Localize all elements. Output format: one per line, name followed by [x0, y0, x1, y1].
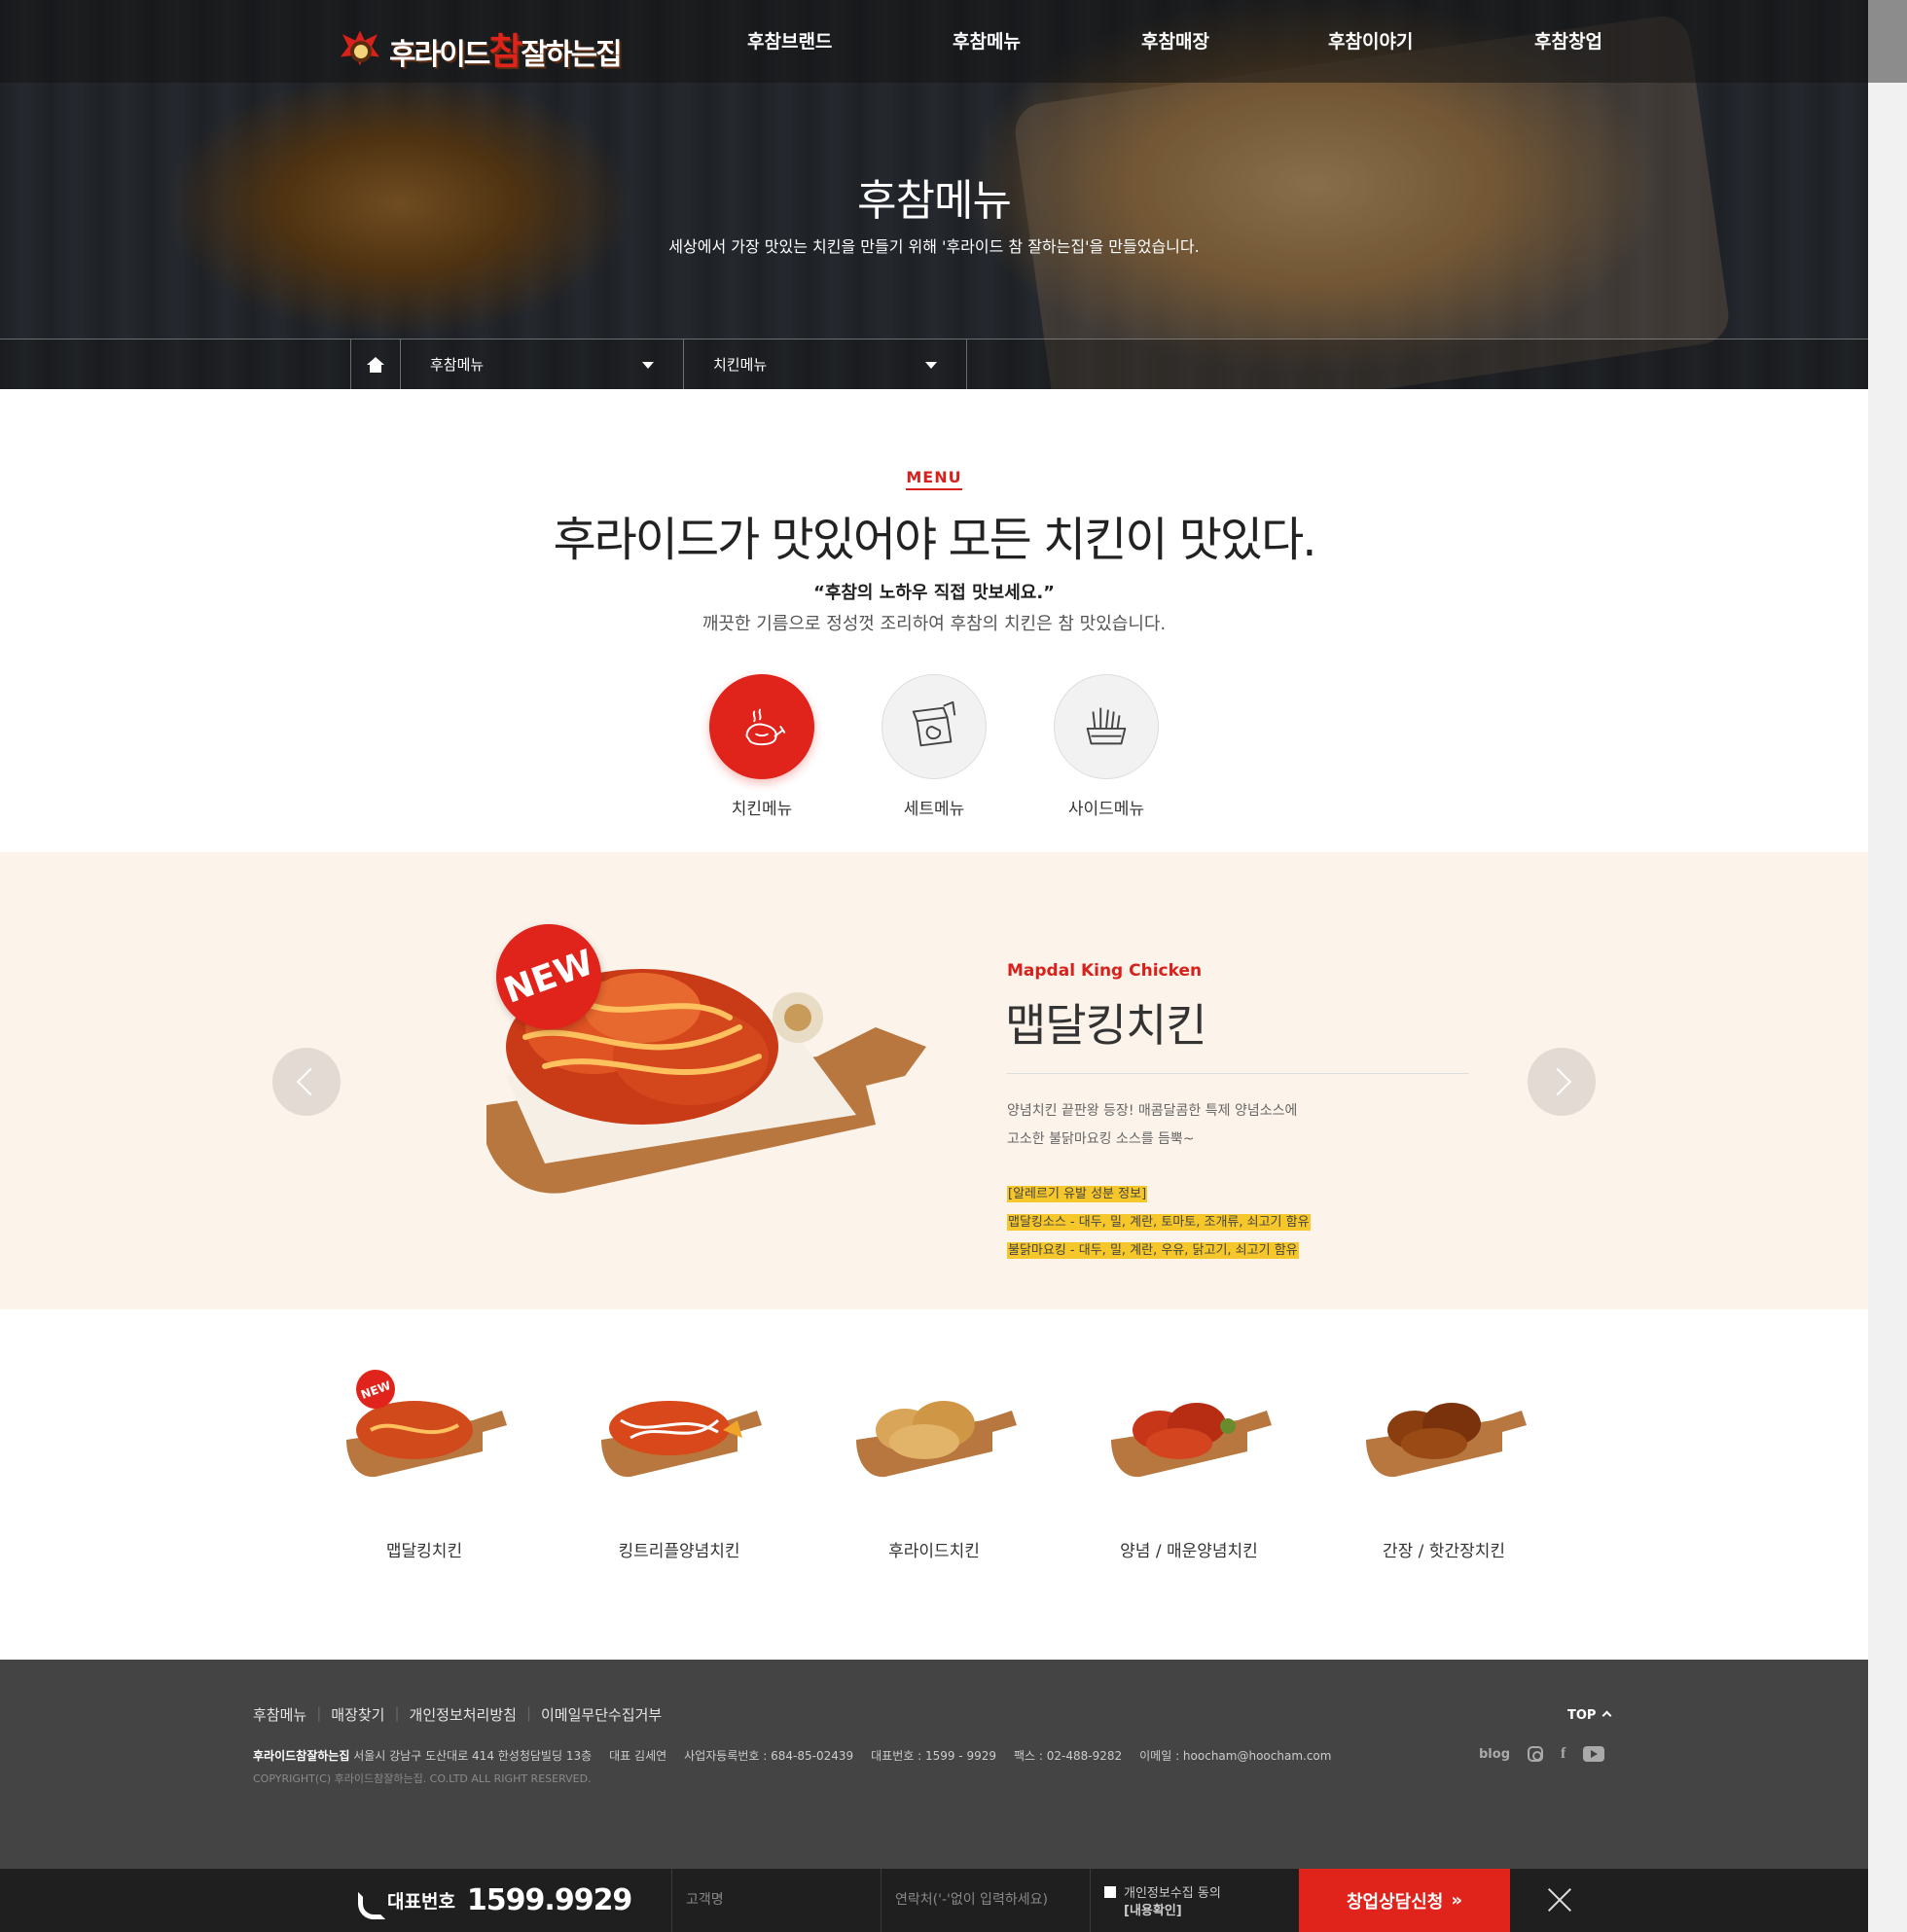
consult-bar: 대표번호 1599.9929 개인정보수집 동의 [내용확인] 창업상담신청»	[0, 1869, 1868, 1932]
location-depth2-select[interactable]: 치킨메뉴	[684, 340, 967, 389]
privacy-checkbox[interactable]	[1104, 1886, 1116, 1898]
contact-field-wrap	[881, 1869, 1090, 1932]
chevron-left-icon	[296, 1067, 325, 1096]
featured-description: 양념치킨 끝판왕 등장! 매콤달콤한 특제 양념소스에 고소한 불닭마요킹 소스…	[1007, 1103, 1298, 1147]
chevron-down-icon	[925, 362, 937, 369]
nav-story[interactable]: 후참이야기	[1328, 27, 1413, 54]
hero-banner: 후라이드참잘하는집 후참브랜드 후참메뉴 후참매장 후참이야기 후참창업 후참메…	[0, 0, 1868, 389]
brand-logo[interactable]: 후라이드참잘하는집	[341, 21, 623, 75]
footer-link-privacy[interactable]: 개인정보처리방침	[400, 1704, 526, 1725]
hero-subtitle: 세상에서 가장 맛있는 치킨을 만들기 위해 '후라이드 참 잘하는집'을 만들…	[668, 237, 1200, 256]
chicken-item-name: 맵달킹치킨	[385, 1542, 463, 1561]
section-kicker: MENU	[0, 468, 1868, 490]
top-navigation-bar: 후라이드참잘하는집 후참브랜드 후참메뉴 후참매장 후참이야기 후참창업	[0, 0, 1868, 83]
chicken-thumbnail	[1111, 1403, 1272, 1478]
chicken-thumbnail: NEW	[346, 1370, 507, 1478]
hero-title: 후참메뉴	[857, 176, 1012, 226]
featured-name-en: Mapdal King Chicken	[1007, 961, 1203, 981]
allergy-info: [알레르기 유발 성분 정보] 맵달킹소스 - 대두, 밀, 계란, 토마토, …	[1007, 1186, 1311, 1259]
fries-basket-icon	[1086, 707, 1127, 745]
slider-next-button[interactable]	[1528, 1048, 1596, 1116]
category-chicken[interactable]: 치킨메뉴	[708, 674, 815, 819]
chicken-item-name: 양념 / 매운양념치킨	[1120, 1542, 1258, 1561]
chicken-leg-icon	[745, 708, 786, 746]
privacy-detail-link[interactable]: [내용확인]	[1104, 1903, 1299, 1920]
chevron-down-icon	[642, 362, 654, 369]
blog-icon[interactable]: blog	[1479, 1747, 1510, 1762]
instagram-icon[interactable]	[1528, 1746, 1543, 1762]
location-depth1-select[interactable]: 후참메뉴	[401, 340, 684, 389]
scrollbar-thumb[interactable]	[1868, 0, 1907, 83]
chevron-right-icon	[1543, 1067, 1572, 1096]
privacy-agree: 개인정보수집 동의 [내용확인]	[1090, 1869, 1299, 1932]
name-field-wrap	[671, 1869, 881, 1932]
chicken-item-yangnyeom[interactable]: 양념 / 매운양념치킨	[1092, 1362, 1286, 1561]
chicken-item-king-triple[interactable]: 킹트리플양념치킨	[582, 1362, 776, 1561]
featured-menu-slider: NEW Mapdal King Chicken 맵달킹치킨 양념치킨 끝판왕 등…	[0, 852, 1907, 1309]
location-bar: 후참메뉴 치킨메뉴	[0, 339, 1868, 389]
section-headline: 후라이드가 맛있어야 모든 치킨이 맛있다.	[553, 513, 1316, 567]
page-scrollbar[interactable]	[1868, 0, 1907, 1932]
chicken-item-fried[interactable]: 후라이드치킨	[837, 1362, 1031, 1561]
close-icon[interactable]	[1547, 1887, 1572, 1913]
set-box-icon	[912, 700, 956, 747]
slider-prev-button[interactable]	[272, 1048, 341, 1116]
contact-input[interactable]	[895, 1892, 1080, 1908]
page: 후라이드참잘하는집 후참브랜드 후참메뉴 후참매장 후참이야기 후참창업 후참메…	[0, 0, 1907, 1932]
featured-name-ko: 맵달킹치킨	[1005, 999, 1207, 1052]
footer-link-email-policy[interactable]: 이메일무단수집거부	[531, 1704, 671, 1725]
youtube-icon[interactable]	[1583, 1746, 1605, 1762]
footer-link-menu[interactable]: 후참메뉴	[253, 1704, 316, 1725]
copyright: COPYRIGHT(C) 후라이드참잘하는집. CO.LTD ALL RIGHT…	[253, 1772, 592, 1785]
phone-number: 1599.9929	[466, 1883, 632, 1917]
chicken-thumbnail	[1366, 1403, 1527, 1478]
facebook-icon[interactable]: f	[1561, 1745, 1565, 1763]
section-quote: “후참의 노하우 직접 맛보세요.”	[812, 583, 1056, 603]
category-side[interactable]: 사이드메뉴	[1053, 674, 1160, 819]
home-button[interactable]	[350, 340, 401, 389]
top-button[interactable]: TOP	[1567, 1708, 1612, 1723]
nav-menu[interactable]: 후참메뉴	[953, 27, 1021, 54]
nav-stores[interactable]: 후참매장	[1141, 27, 1209, 54]
phone-icon	[356, 1890, 378, 1912]
chicken-item-name: 킹트리플양념치킨	[618, 1542, 740, 1561]
phone-info: 대표번호 1599.9929	[356, 1869, 632, 1932]
consult-submit-button[interactable]: 창업상담신청»	[1299, 1869, 1510, 1932]
company-info: 후라이드참잘하는집 서울시 강남구 도산대로 414 한성청담빌딩 13층 대표 …	[253, 1749, 1332, 1763]
chicken-thumbnail	[601, 1401, 762, 1478]
chicken-item-name: 간장 / 핫간장치킨	[1382, 1542, 1505, 1561]
divider	[1007, 1073, 1469, 1074]
footer-links: 후참메뉴 | 매장찾기 | 개인정보처리방침 | 이메일무단수집거부	[253, 1704, 671, 1725]
chicken-thumbnail	[856, 1401, 1017, 1478]
home-icon	[367, 357, 384, 373]
chicken-item-name: 후라이드치킨	[888, 1542, 980, 1561]
chicken-item-ganjang[interactable]: 간장 / 핫간장치킨	[1347, 1362, 1541, 1561]
nav-brand[interactable]: 후참브랜드	[747, 27, 832, 54]
footer-link-stores[interactable]: 매장찾기	[321, 1704, 394, 1725]
chevron-up-icon	[1602, 1710, 1612, 1721]
logo-text: 후라이드참잘하는집	[389, 30, 623, 73]
chicken-item-mapdal[interactable]: NEW 맵달킹치킨	[327, 1362, 522, 1561]
section-description: 깨끗한 기름으로 정성껏 조리하여 후참의 치킨은 참 맛있습니다.	[702, 614, 1167, 634]
sns-links: blog f	[1479, 1745, 1605, 1763]
name-input[interactable]	[686, 1892, 871, 1908]
logo-flame-icon	[341, 29, 385, 68]
footer: 후참메뉴 | 매장찾기 | 개인정보처리방침 | 이메일무단수집거부 후라이드참잘하는…	[0, 1660, 1868, 1869]
nav-franchise[interactable]: 후참창업	[1534, 27, 1602, 54]
category-set[interactable]: 세트메뉴	[881, 674, 988, 819]
double-chevron-right-icon: »	[1451, 1890, 1462, 1911]
